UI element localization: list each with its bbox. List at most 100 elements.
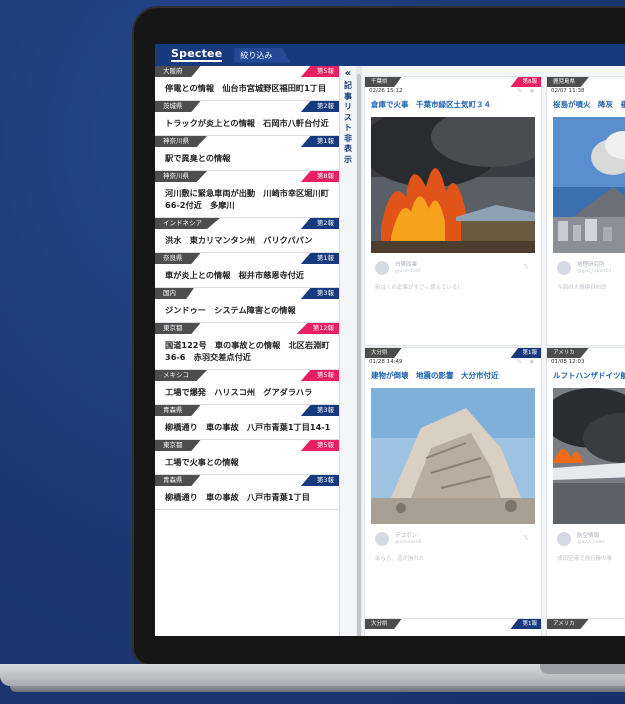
news-card[interactable]: 大分県 第1報 bbox=[364, 618, 542, 636]
item-title[interactable]: 国道122号 車の事故との情報 北区岩淵町36-6 赤羽交差点付近 bbox=[155, 334, 339, 369]
item-title[interactable]: 工場で火事との情報 bbox=[155, 451, 339, 474]
card-image[interactable] bbox=[371, 117, 535, 253]
item-header: 青森県 第3報 bbox=[155, 475, 339, 486]
list-item[interactable]: 東京都 第12報 国道122号 車の事故との情報 北区岩淵町36-6 赤羽交差点付近 bbox=[155, 323, 339, 370]
item-title[interactable]: 駅で異臭との情報 bbox=[155, 147, 339, 170]
region-badge: メキシコ bbox=[155, 370, 207, 381]
item-header: インドネシア 第2報 bbox=[155, 218, 339, 229]
report-count-badge: 第8報 bbox=[510, 77, 541, 87]
list-item[interactable]: インドネシア 第2報 洪水 東カリマンタン州 バリクパパン bbox=[155, 218, 339, 253]
post-user: 航空情報 @avia_news bbox=[557, 532, 625, 546]
card-timestamp: 01/08 12:03 bbox=[551, 359, 585, 365]
card-meta: 01/28 14:49 ✎ ★ bbox=[365, 358, 541, 367]
card-timestamp: 01/28 14:49 bbox=[369, 359, 403, 365]
list-item[interactable]: 青森県 第3報 柳橋通り 車の事故 八戸市青葉1丁目14-1 bbox=[155, 405, 339, 440]
item-title[interactable]: 柳橋通り 車の事故 八戸市青葉1丁目 bbox=[155, 486, 339, 509]
news-card[interactable]: 鹿児島県 02/07 11:38 桜島が噴火 降灰 垂地理研究所 @geo_repor… bbox=[546, 76, 625, 346]
post-text: 新はくの倉庫がすごく燃えている！ bbox=[375, 285, 463, 291]
list-item[interactable]: 茨城県 第2報 トラックが炎上との情報 石岡市八軒台付近 bbox=[155, 101, 339, 136]
report-count-badge: 第1報 bbox=[510, 619, 541, 629]
card-meta: 02/07 11:38 bbox=[547, 87, 625, 96]
item-title[interactable]: 停電との情報 仙台市宮城野区福田町1丁目 bbox=[155, 77, 339, 100]
post-handle: @geo_report01 bbox=[577, 268, 612, 274]
filter-tab[interactable]: 絞り込み bbox=[234, 47, 291, 63]
card-header: 鹿児島県 bbox=[547, 77, 625, 87]
item-title[interactable]: 車が炎上との情報 桜井市慈恩寺付近 bbox=[155, 264, 339, 287]
card-header: アメリカ bbox=[547, 619, 625, 629]
report-count-badge: 第1報 bbox=[300, 136, 339, 147]
card-meta: 02/26 15:12 ✎ ★ bbox=[365, 87, 541, 96]
report-count-badge: 第3報 bbox=[300, 475, 339, 486]
news-card[interactable]: 千葉県 第8報 02/26 15:12 ✎ ★ 倉庫で火事 千葉市緑区土気町３４ 白鷺同業… bbox=[364, 76, 542, 346]
report-count-badge: 第2報 bbox=[300, 218, 339, 229]
post-user: 地理研究所 @geo_report01 bbox=[557, 261, 625, 275]
region-badge: 大分県 bbox=[365, 348, 402, 358]
x-logo-icon: 𝕏 bbox=[523, 534, 529, 542]
region-badge: 鹿児島県 bbox=[547, 77, 590, 87]
laptop-base bbox=[0, 664, 625, 686]
list-item[interactable]: メキシコ 第5報 工場で爆発 ハリスコ州 グアダラハラ bbox=[155, 370, 339, 405]
item-header: 奈良県 第1報 bbox=[155, 253, 339, 264]
item-header: メキシコ 第5報 bbox=[155, 370, 339, 381]
item-header: 国内 第3報 bbox=[155, 288, 339, 299]
scrollbar-thumb[interactable] bbox=[357, 74, 361, 636]
card-meta: 01/08 12:03 bbox=[547, 358, 625, 367]
post-text: 成田空港で飛行機の事 bbox=[557, 556, 613, 562]
social-post: 地理研究所@geo_report01𝕏今回の大規模日向西 bbox=[553, 253, 625, 295]
card-image[interactable] bbox=[371, 388, 535, 524]
post-user: 白鷺同業 @user4580 bbox=[375, 261, 531, 275]
card-title[interactable]: 桜島が噴火 降灰 垂 bbox=[547, 96, 625, 113]
report-count-badge: 第1報 bbox=[300, 253, 339, 264]
item-header: 神奈川県 第1報 bbox=[155, 136, 339, 147]
social-post: 白鷺同業 @user4580 𝕏 新はくの倉庫がすごく燃えている！ bbox=[371, 253, 535, 295]
card-title[interactable]: ルフトハンザドイツ航 bbox=[547, 367, 625, 384]
news-card[interactable]: アメリカ01/08 12:03ルフトハンザドイツ航航空情報@avia_news𝕏… bbox=[546, 347, 625, 627]
edit-star-icon[interactable]: ✎ ★ bbox=[517, 87, 537, 95]
region-badge: 東京都 bbox=[155, 323, 201, 334]
region-badge: アメリカ bbox=[547, 348, 589, 358]
item-header: 青森県 第3報 bbox=[155, 405, 339, 416]
post-user: デコポン @onliaas08 bbox=[375, 532, 531, 546]
item-title[interactable]: ジンドゥー システム障害との情報 bbox=[155, 299, 339, 322]
item-header: 茨城県 第2報 bbox=[155, 101, 339, 112]
article-list: 大阪府 第5報 停電との情報 仙台市宮城野区福田町1丁目 茨城県 第2報 トラックが炎上と… bbox=[155, 66, 339, 636]
list-item[interactable]: 神奈川県 第1報 駅で異臭との情報 bbox=[155, 136, 339, 171]
list-item[interactable]: 青森県 第3報 柳橋通り 車の事故 八戸市青葉1丁目 bbox=[155, 475, 339, 510]
report-count-badge: 第3報 bbox=[300, 288, 339, 299]
item-title[interactable]: 工場で爆発 ハリスコ州 グアダラハラ bbox=[155, 381, 339, 404]
card-title[interactable]: 倉庫で火事 千葉市緑区土気町３４ bbox=[365, 96, 541, 113]
report-count-badge: 第5報 bbox=[300, 66, 339, 77]
card-timestamp: 02/07 11:38 bbox=[551, 88, 585, 94]
report-count-badge: 第5報 bbox=[300, 370, 339, 381]
region-badge: 国内 bbox=[155, 288, 194, 299]
card-title[interactable]: 建物が倒壊 地震の影響 大分市付近 bbox=[365, 367, 541, 384]
item-title[interactable]: 柳橋通り 車の事故 八戸市青葉1丁目14-1 bbox=[155, 416, 339, 439]
social-post: デコポン @onliaas08 𝕏 あらら、道が崩れた bbox=[371, 524, 535, 566]
collapse-label[interactable]: 記事リスト非表示 bbox=[343, 81, 353, 165]
spectee-logo[interactable]: Spectee bbox=[171, 48, 223, 62]
item-title[interactable]: 河川敷に緊急車両が出動 川崎市幸区堀川町66-2付近 多摩川 bbox=[155, 182, 339, 217]
region-badge: アメリカ bbox=[547, 619, 589, 629]
list-item[interactable]: 国内 第3報 ジンドゥー システム障害との情報 bbox=[155, 288, 339, 323]
card-image[interactable] bbox=[553, 388, 625, 524]
list-item[interactable]: 大阪府 第5報 停電との情報 仙台市宮城野区福田町1丁目 bbox=[155, 66, 339, 101]
list-item[interactable]: 神奈川県 第8報 河川敷に緊急車両が出動 川崎市幸区堀川町66-2付近 多摩川 bbox=[155, 171, 339, 218]
item-header: 東京都 第12報 bbox=[155, 323, 339, 334]
card-image[interactable] bbox=[553, 117, 625, 253]
news-card[interactable]: 大分県 第1報 01/28 14:49 ✎ ★ 建物が倒壊 地震の影響 大分市付近 デコポ… bbox=[364, 347, 542, 627]
list-item[interactable]: 奈良県 第1報 車が炎上との情報 桜井市慈恩寺付近 bbox=[155, 253, 339, 288]
region-badge: 千葉県 bbox=[365, 77, 402, 87]
collapse-list-toggle[interactable]: « 記事リスト非表示 bbox=[339, 66, 356, 636]
item-title[interactable]: トラックが炎上との情報 石岡市八軒台付近 bbox=[155, 112, 339, 135]
avatar bbox=[557, 261, 571, 275]
report-count-badge: 第2報 bbox=[300, 101, 339, 112]
post-handle: @avia_news bbox=[577, 539, 605, 545]
news-card[interactable]: アメリカ bbox=[546, 618, 625, 636]
double-chevron-left-icon[interactable]: « bbox=[340, 68, 356, 80]
post-handle: @user4580 bbox=[395, 268, 421, 274]
list-item[interactable]: 東京都 第5報 工場で火事との情報 bbox=[155, 440, 339, 475]
item-title[interactable]: 洪水 東カリマンタン州 バリクパパン bbox=[155, 229, 339, 252]
item-header: 大阪府 第5報 bbox=[155, 66, 339, 77]
region-badge: 奈良県 bbox=[155, 253, 201, 264]
edit-star-icon[interactable]: ✎ ★ bbox=[517, 358, 537, 366]
